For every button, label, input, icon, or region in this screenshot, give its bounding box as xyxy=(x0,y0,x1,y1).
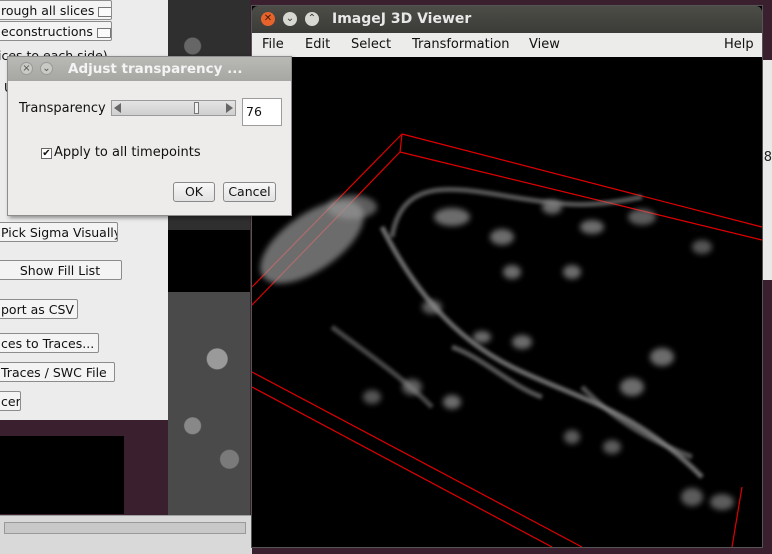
toggle-icon xyxy=(96,27,111,38)
apply-all-timepoints-checkbox[interactable]: ✔ xyxy=(41,148,52,159)
menu-view[interactable]: View xyxy=(529,33,560,57)
apply-all-timepoints-label: Apply to all timepoints xyxy=(54,145,201,160)
3d-render-canvas[interactable] xyxy=(252,57,762,547)
ok-button[interactable]: OK xyxy=(173,182,215,202)
close-icon[interactable]: × xyxy=(20,62,33,75)
volume-render xyxy=(252,133,762,547)
minimize-icon[interactable]: ⌄ xyxy=(283,12,297,26)
transparency-value-field[interactable]: 76 xyxy=(242,98,282,126)
slider-left-arrow-icon[interactable] xyxy=(114,103,121,113)
neuron-dendrites xyxy=(330,186,704,479)
menu-edit[interactable]: Edit xyxy=(305,33,330,57)
viewer-titlebar[interactable]: ✕ ⌄ ⌃ ImageJ 3D Viewer xyxy=(252,6,762,33)
check-mark-icon: ✔ xyxy=(42,148,51,159)
close-icon[interactable]: ✕ xyxy=(261,12,275,26)
background-window-edge xyxy=(762,60,772,280)
fills-to-traces-button[interactable]: ces to Traces... xyxy=(0,333,99,353)
export-csv-button[interactable]: port as CSV xyxy=(0,299,78,319)
image-canvas-bottom xyxy=(168,292,250,515)
dialog-titlebar[interactable]: × ⌄ Adjust transparency ... xyxy=(8,57,291,81)
reconstructions-label: econstructions xyxy=(1,24,93,39)
horizontal-scrollbar[interactable] xyxy=(4,522,246,534)
image-gap xyxy=(168,230,250,292)
imagej-3d-viewer-window: ✕ ⌄ ⌃ ImageJ 3D Viewer File Edit Select … xyxy=(251,5,763,548)
toggle-icon xyxy=(98,6,111,17)
slider-thumb[interactable] xyxy=(194,102,200,114)
slider-right-arrow-icon[interactable] xyxy=(226,103,233,113)
menu-file[interactable]: File xyxy=(262,33,284,57)
dialog-title: Adjust transparency ... xyxy=(68,61,243,77)
maximize-icon[interactable]: ⌃ xyxy=(305,12,319,26)
menu-transformation[interactable]: Transformation xyxy=(412,33,510,57)
horizontal-scrollbar-area xyxy=(0,515,252,554)
trace-all-slices-label: rough all slices xyxy=(1,3,95,18)
menu-help[interactable]: Help xyxy=(724,33,754,57)
menu-select[interactable]: Select xyxy=(351,33,391,57)
neuron-blobs xyxy=(260,195,734,510)
show-fill-list-button[interactable]: Show Fill List xyxy=(0,260,122,280)
background-char: 8 xyxy=(763,150,772,165)
trace-all-slices-button[interactable]: rough all slices xyxy=(0,0,112,20)
save-traces-swc-button[interactable]: Traces / SWC File xyxy=(0,362,115,382)
minimize-icon[interactable]: ⌄ xyxy=(40,62,53,75)
adjust-transparency-dialog: × ⌄ Adjust transparency ... Transparency… xyxy=(7,56,292,216)
cancel-tracer-button[interactable]: cer xyxy=(0,391,21,411)
image-preview xyxy=(0,436,124,514)
transparency-label: Transparency xyxy=(19,101,106,116)
window-title: ImageJ 3D Viewer xyxy=(332,11,472,27)
cancel-button[interactable]: Cancel xyxy=(223,182,276,202)
menu-bar: File Edit Select Transformation View Hel… xyxy=(252,33,762,58)
pick-sigma-visually-button[interactable]: Pick Sigma Visually xyxy=(0,222,118,242)
transparency-slider[interactable] xyxy=(111,100,236,116)
reconstructions-button[interactable]: econstructions xyxy=(0,21,112,41)
